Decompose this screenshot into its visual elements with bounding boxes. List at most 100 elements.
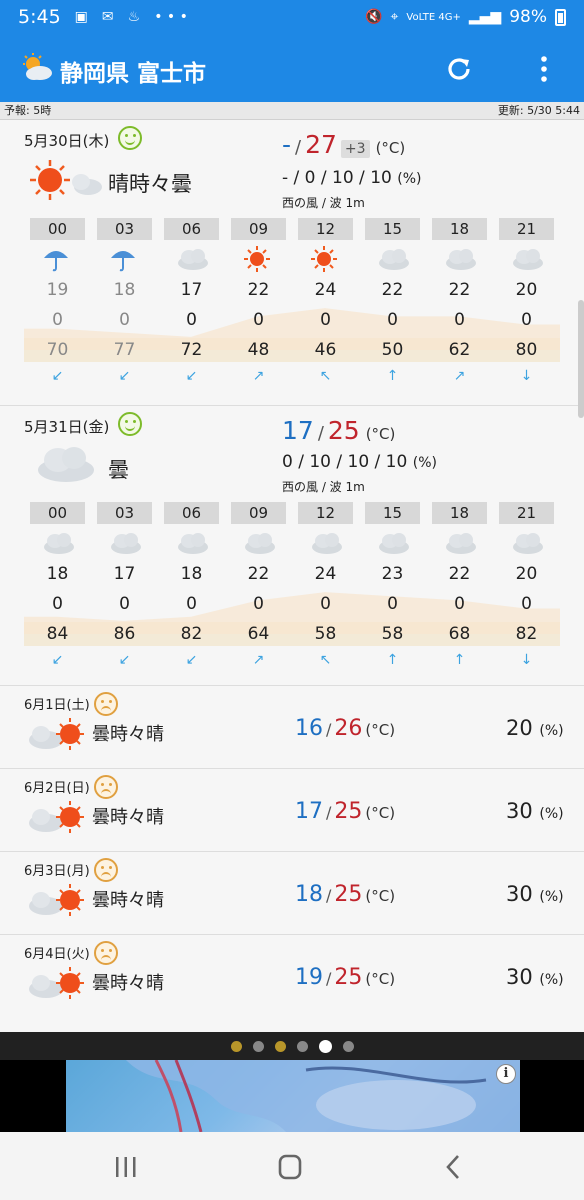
scroll-indicator[interactable]	[578, 300, 584, 418]
temp-slash: /	[326, 969, 332, 988]
ad-banner[interactable]: i	[0, 1060, 584, 1132]
hour-humidity: 82	[180, 624, 203, 644]
hour-temp: 22	[247, 564, 270, 584]
hour-temp: 17	[180, 280, 203, 300]
day-forecast-tomorrow: 5月31日(金) 曇 17/25 (°C) 0 / 10 / 10 / 10 (%…	[0, 405, 584, 685]
cloud-icon	[42, 530, 74, 554]
temp-unit: (°C)	[365, 970, 396, 988]
precip-value: 30	[506, 882, 533, 906]
hour-temp: 24	[314, 280, 337, 300]
hour-rain: 0	[454, 594, 465, 614]
hour-humidity: 86	[113, 624, 136, 644]
daily-forecast-row[interactable]: 6月3日(月) 曇時々晴 18/25 (°C) 30 (%)	[0, 851, 584, 934]
hour-humidity: 46	[314, 340, 337, 360]
sad-face-icon	[94, 692, 118, 716]
hour-rain: 0	[253, 310, 264, 330]
temp-unit: (°C)	[365, 887, 396, 905]
precip-value: 20	[506, 716, 533, 740]
status-time: 5:45	[18, 6, 61, 28]
sad-face-icon	[94, 775, 118, 799]
recent-apps-icon[interactable]	[106, 1152, 146, 1182]
notification-icon: ▣	[74, 9, 88, 25]
hour-rain: 0	[387, 594, 398, 614]
app-notification-icon: ♨	[127, 9, 141, 25]
forecast-list[interactable]: 5月30日(木) 晴時々曇 -/27 +3 (°C) - / 0 / 10 / 10…	[0, 120, 584, 1032]
page-dot[interactable]	[342, 1040, 354, 1052]
cloud-icon	[511, 246, 543, 270]
page-dot[interactable]	[296, 1040, 308, 1052]
precipitation: 0 / 10 / 10 / 10 (%)	[282, 452, 437, 472]
hour-label: 18	[432, 502, 487, 524]
day-date: 6月4日(火)	[24, 947, 90, 962]
wind-direction-icon: ↙	[118, 368, 131, 384]
page-dot[interactable]	[318, 1039, 332, 1053]
smile-face-icon	[118, 412, 142, 436]
page-title: 静岡県 富士市	[60, 61, 207, 87]
hour-label: 06	[164, 218, 219, 240]
hour-temp: 22	[247, 280, 270, 300]
temp-diff-badge: +3	[340, 140, 370, 158]
daily-forecast-row[interactable]: 6月1日(土) 曇時々晴 16/26 (°C) 20 (%)	[0, 685, 584, 768]
temperature-range: 18/25 (°C)	[295, 882, 395, 907]
daily-forecast-row[interactable]: 6月2日(日) 曇時々晴 17/25 (°C) 30 (%)	[0, 768, 584, 851]
temp-slash: /	[295, 137, 302, 158]
hour-humidity: 50	[381, 340, 404, 360]
umbrella-icon	[109, 246, 137, 272]
hour-humidity: 77	[113, 340, 136, 360]
hour-humidity: 62	[448, 340, 471, 360]
cloud-icon	[109, 530, 141, 554]
cloud-icon	[176, 530, 208, 554]
wind-direction-icon: ↙	[51, 652, 64, 668]
cloud-icon	[243, 530, 275, 554]
wind-direction-icon: ↙	[51, 368, 64, 384]
precip-chance: 20 (%)	[506, 716, 564, 740]
weather-text: 曇	[108, 458, 129, 482]
precipitation: - / 0 / 10 / 10 (%)	[282, 168, 421, 188]
hour-rain: 0	[521, 310, 532, 330]
page-dot[interactable]	[274, 1040, 286, 1052]
home-icon[interactable]	[270, 1152, 310, 1182]
hour-label: 00	[30, 502, 85, 524]
weather-text: 曇時々晴	[92, 724, 164, 745]
temp-unit: (°C)	[365, 425, 396, 443]
more-notifications-icon: • • •	[154, 9, 188, 25]
hour-rain: 0	[52, 310, 63, 330]
day-date: 5月30日(木)	[24, 132, 110, 150]
hour-rain: 0	[320, 310, 331, 330]
hour-label: 12	[298, 502, 353, 524]
overflow-menu-icon[interactable]	[534, 54, 554, 84]
temp-low: -	[282, 130, 292, 159]
page-dot[interactable]	[230, 1040, 242, 1052]
smile-face-icon	[118, 126, 142, 150]
temperature-range: 16/26 (°C)	[295, 716, 395, 741]
hour-temp: 23	[381, 564, 404, 584]
hour-rain: 0	[253, 594, 264, 614]
temperature-range: 19/25 (°C)	[295, 965, 395, 990]
temp-low: 19	[295, 965, 323, 990]
ad-image[interactable]	[66, 1060, 520, 1132]
precip-unit: (%)	[539, 806, 564, 822]
page-dot[interactable]	[252, 1040, 264, 1052]
ad-info-icon[interactable]: i	[496, 1064, 516, 1084]
hour-temp: 19	[46, 280, 69, 300]
temp-slash: /	[326, 886, 332, 905]
daily-forecast-row[interactable]: 6月4日(火) 曇時々晴 19/25 (°C) 30 (%)	[0, 934, 584, 1017]
wind-direction-icon: ↙	[185, 652, 198, 668]
hour-humidity: 58	[381, 624, 404, 644]
page-indicator[interactable]	[0, 1032, 584, 1060]
wind-direction-icon: ↙	[118, 652, 131, 668]
hour-label: 15	[365, 502, 420, 524]
hour-label: 00	[30, 218, 85, 240]
weather-text: 曇時々晴	[92, 973, 164, 994]
cloud-icon	[377, 246, 409, 270]
mail-icon: ✉	[101, 9, 114, 25]
hour-label: 09	[231, 502, 286, 524]
hour-temp: 18	[113, 280, 136, 300]
back-icon[interactable]	[434, 1152, 474, 1182]
app-bar: 静岡県 富士市	[0, 34, 584, 102]
wind-direction-icon: ↑	[386, 652, 399, 668]
refresh-icon[interactable]	[444, 54, 474, 84]
umbrella-icon	[42, 246, 70, 272]
sun-cloud-icon	[30, 160, 102, 200]
wind-direction-icon: ↑	[386, 368, 399, 384]
